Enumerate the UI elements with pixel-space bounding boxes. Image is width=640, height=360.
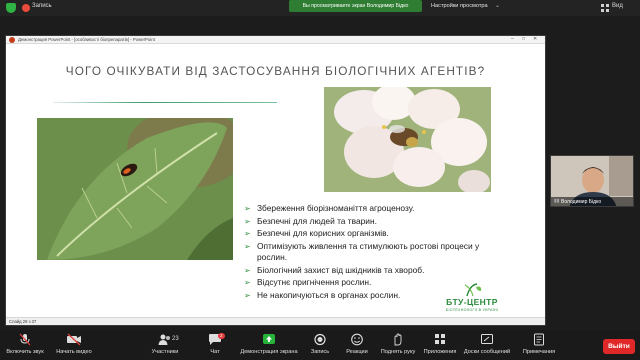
smiley-icon (351, 333, 363, 346)
participants-button[interactable]: 23 Участники (145, 333, 185, 359)
participant-name-bar: ▮▮ Володимир Бідко (551, 197, 633, 206)
ladybird-larva-on-leaf-image (37, 118, 233, 260)
start-video-button[interactable]: Начать видео (53, 333, 95, 359)
leave-meeting-button[interactable]: Выйти (603, 339, 635, 354)
raise-hand-button[interactable]: Поднять руку (379, 333, 417, 359)
list-item: ➢ Безпечні для корисних організмів. (243, 228, 503, 239)
close-icon[interactable]: ✕ (533, 36, 537, 42)
check-arrow-icon: ➢ (244, 204, 251, 213)
bullet-text: Не накопичуються в органах рослин. (257, 290, 401, 301)
reactions-button[interactable]: Реакции (342, 333, 372, 359)
maximize-icon[interactable]: □ (522, 36, 525, 42)
apps-button[interactable]: Приложения (421, 333, 459, 359)
view-options-menu[interactable]: Настройки просмотра (431, 3, 488, 9)
check-arrow-icon: ➢ (244, 265, 251, 275)
whiteboards-button[interactable]: Доски сообщений (462, 333, 512, 359)
logo-subtitle: БІОТЕХНОЛОГІЇ В УКРАЇНІ (445, 308, 499, 312)
meeting-toolbar: Включить звук Начать видео 23 Участники … (0, 330, 640, 360)
bullet-text: Оптимізують живлення та стимулюють росто… (257, 241, 480, 263)
bullet-text: Безпечні для корисних організмів. (257, 228, 389, 239)
slide-title: ЧОГО ОЧІКУВАТИ ВІД ЗАСТОСУВАННЯ БІОЛОГІЧ… (65, 64, 486, 78)
logo-name: БТУ-ЦЕНТР (446, 297, 498, 307)
security-shield-icon[interactable] (6, 3, 16, 13)
recording-label[interactable]: Запись (32, 3, 52, 9)
apps-label: Приложения (423, 349, 457, 355)
btu-center-logo: БТУ-ЦЕНТР БІОТЕХНОЛОГІЇ В УКРАЇНІ (437, 283, 507, 319)
powerpoint-window-title: Демонстрация PowerPoint - [особливості б… (18, 37, 155, 42)
recording-dot-icon (22, 4, 30, 12)
powerpoint-titlebar: Демонстрация PowerPoint - [особливості б… (6, 36, 545, 44)
shared-screen: Демонстрация PowerPoint - [особливості б… (5, 35, 546, 326)
participants-label: Участники (151, 349, 179, 355)
view-button[interactable]: Вид (612, 3, 623, 9)
raise-hand-label: Поднять руку (380, 349, 416, 355)
check-arrow-icon: ➢ (244, 216, 251, 226)
minimize-icon[interactable]: – (511, 36, 514, 42)
participant-name: Володимир Бідко (561, 199, 602, 205)
unmute-label: Включить звук (6, 349, 44, 355)
record-icon (314, 333, 326, 346)
participants-count: 23 (172, 336, 179, 342)
unmute-button[interactable]: Включить звук (4, 333, 46, 359)
chat-button[interactable]: 2 Чат (202, 333, 228, 359)
hand-icon (394, 333, 402, 346)
sharing-banner: Вы просматриваете экран Володимир Бідко (289, 0, 422, 12)
bullet-text: Безпечні для людей та тварин. (257, 215, 377, 226)
share-screen-button[interactable]: Демонстрация экрана (239, 333, 299, 359)
notes-icon (534, 333, 544, 346)
check-arrow-icon: ➢ (244, 291, 251, 301)
chevron-down-icon[interactable]: ⌄ (495, 2, 500, 9)
apps-grid-icon (435, 334, 445, 344)
whiteboard-icon (481, 334, 493, 344)
share-screen-label: Демонстрация экрана (240, 349, 298, 355)
notes-label: Примечания (522, 349, 556, 355)
check-arrow-icon: ➢ (244, 278, 251, 288)
slide-number: Слайд 29 з 37 (9, 319, 37, 324)
grid-view-icon[interactable] (601, 4, 609, 12)
chat-unread-badge: 2 (218, 333, 225, 339)
record-button[interactable]: Запись (307, 333, 333, 359)
powerpoint-statusbar: Слайд 29 з 37 (6, 317, 545, 325)
list-item: ➢ Біологічний захист від шкідників та хво… (243, 265, 503, 276)
check-arrow-icon: ➢ (244, 229, 251, 239)
slide: ЧОГО ОЧІКУВАТИ ВІД ЗАСТОСУВАННЯ БІОЛОГІЧ… (33, 45, 508, 316)
title-underline (53, 102, 277, 103)
list-item: ➢ Оптимізують живлення та стимулюють рост… (243, 241, 503, 263)
whiteboards-label: Доски сообщений (463, 349, 511, 355)
powerpoint-logo-icon (9, 37, 15, 43)
start-video-label: Начать видео (56, 349, 92, 355)
check-arrow-icon: ➢ (244, 242, 251, 252)
microphone-muted-icon (19, 333, 31, 346)
top-bar: Запись Вы просматриваете экран Володимир… (0, 0, 640, 16)
bullet-text: Біологічний захист від шкідників та хвор… (257, 264, 425, 275)
participant-video[interactable]: ▮▮ Володимир Бідко (550, 155, 634, 207)
bullet-text: Відсутнє пригнічення рослин. (257, 277, 372, 288)
audio-bars-icon: ▮▮ (554, 198, 560, 204)
video-off-icon (67, 333, 81, 346)
notes-button[interactable]: Примечания (519, 333, 559, 359)
list-item: ➢ Збереження біорізноманіття агроценозу. (243, 203, 503, 214)
bee-on-apple-blossom-image (324, 87, 491, 192)
chat-label: Чат (210, 349, 220, 355)
participants-icon (158, 334, 170, 345)
record-label: Запись (310, 349, 330, 355)
reactions-label: Реакции (346, 349, 368, 355)
list-item: ➢ Безпечні для людей та тварин. (243, 216, 503, 227)
share-screen-icon (263, 334, 275, 344)
dna-leaf-icon (464, 283, 482, 297)
zoom-window: Запись Вы просматриваете экран Володимир… (0, 0, 640, 360)
bullet-text: Збереження біорізноманіття агроценозу. (257, 203, 415, 213)
